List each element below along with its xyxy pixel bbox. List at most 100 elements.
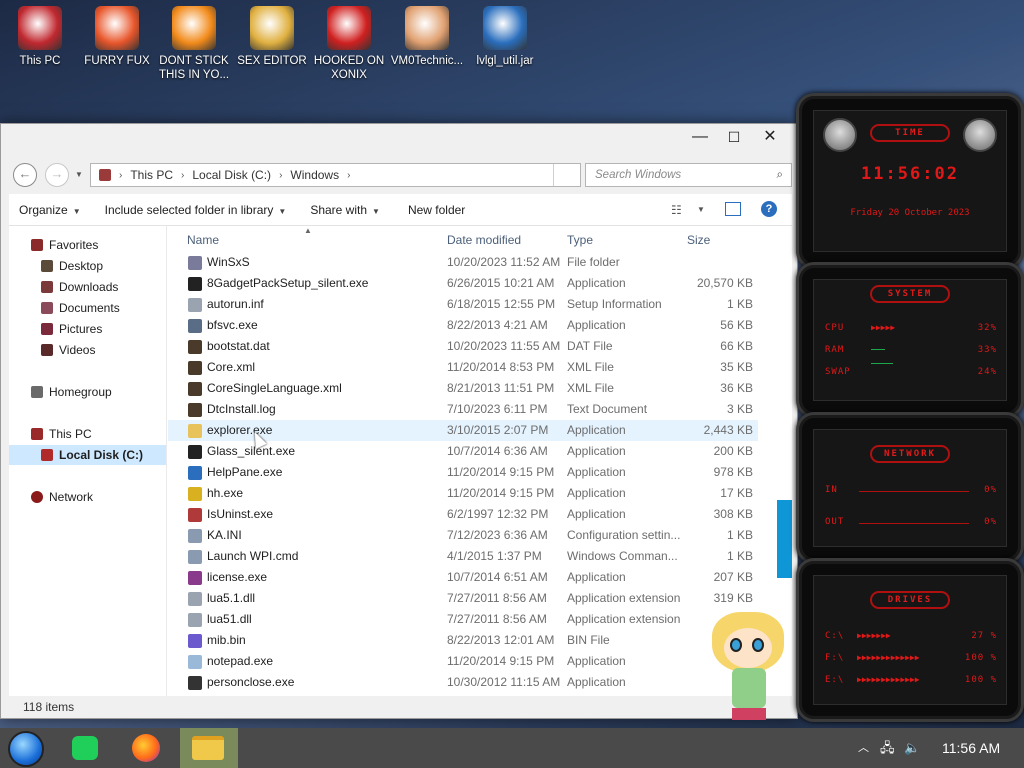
file-size: 1 KB: [726, 297, 753, 311]
file-row[interactable]: KA.INI 7/12/2023 6:36 AM Configuration set…: [168, 525, 758, 546]
breadcrumb-local-disk[interactable]: Local Disk (C:): [192, 168, 271, 182]
taskbar-firefox[interactable]: [118, 728, 176, 768]
help-icon[interactable]: ?: [761, 201, 777, 217]
address-divider: [553, 164, 554, 186]
file-row[interactable]: license.exe 10/7/2014 6:51 AM Application 2…: [168, 567, 758, 588]
nav-pictures[interactable]: Pictures: [9, 319, 166, 339]
column-header-type[interactable]: Type: [567, 230, 593, 250]
file-row[interactable]: mib.bin 8/22/2013 12:01 AM BIN File: [168, 630, 758, 651]
desktop-icon-item[interactable]: SEX EDITOR: [234, 6, 310, 68]
file-row[interactable]: WinSxS 10/20/2023 11:52 AM File folder: [168, 252, 758, 273]
breadcrumb-this-pc[interactable]: This PC: [130, 168, 173, 182]
close-button[interactable]: ✕: [753, 126, 787, 148]
desktop-icon-item[interactable]: FURRY FUX: [79, 6, 155, 68]
address-bar[interactable]: › This PC › Local Disk (C:) › Windows ›: [90, 163, 581, 187]
organize-button[interactable]: Organize ▼: [19, 203, 81, 217]
file-date: 7/12/2023 6:36 AM: [447, 528, 548, 542]
time-clock: 11:56:02: [861, 164, 959, 184]
drive-3-label: E:\: [825, 675, 845, 685]
file-row[interactable]: lua5.1.dll 7/27/2011 8:56 AM Application e…: [168, 588, 758, 609]
include-in-library-button[interactable]: Include selected folder in library ▼: [105, 203, 287, 217]
view-options-icon[interactable]: ☷: [671, 203, 682, 217]
file-type-icon: [188, 445, 202, 459]
file-row[interactable]: autorun.inf 6/18/2015 12:55 PM Setup Infor…: [168, 294, 758, 315]
file-type-icon: [188, 550, 202, 564]
time-gadget[interactable]: TIME 11:56:02 Friday 20 October 2023: [796, 93, 1024, 269]
desktop-icon-item[interactable]: This PC: [2, 6, 78, 68]
desktop-icon-item[interactable]: lvlgl_util.jar: [467, 6, 543, 68]
nav-homegroup[interactable]: Homegroup: [9, 382, 166, 402]
desktop-icon-item[interactable]: VM0Technic...: [389, 6, 465, 68]
search-icon[interactable]: ⌕: [777, 164, 783, 186]
file-type-icon: [188, 403, 202, 417]
nav-label: Favorites: [49, 238, 99, 252]
nav-desktop[interactable]: Desktop: [9, 256, 166, 276]
swap-bar: [871, 363, 893, 364]
forward-button[interactable]: →: [45, 163, 69, 187]
network-in-label: IN: [825, 485, 838, 495]
nav-label: Desktop: [59, 259, 104, 273]
file-size: 56 KB: [720, 318, 753, 332]
file-name: WinSxS: [207, 255, 250, 269]
file-row[interactable]: IsUninst.exe 6/2/1997 12:32 PM Application…: [168, 504, 758, 525]
new-folder-button[interactable]: New folder: [408, 203, 465, 217]
chevron-down-icon[interactable]: ▼: [697, 205, 705, 214]
desktop-icon-item[interactable]: DONT STICK THIS IN YO...: [156, 6, 232, 82]
desktop-icon-item[interactable]: HOOKED ON XONIX: [311, 6, 387, 82]
recent-locations-chevron-icon[interactable]: ▼: [75, 170, 83, 179]
nav-favorites[interactable]: Favorites: [9, 235, 166, 255]
file-row[interactable]: personclose.exe 10/30/2012 11:15 AM Applic…: [168, 672, 758, 693]
file-row[interactable]: CoreSingleLanguage.xml 8/21/2013 11:51 PM…: [168, 378, 758, 399]
taskbar-file-explorer[interactable]: [180, 728, 238, 768]
volume-icon[interactable]: 🔈: [904, 728, 920, 768]
nav-label: Local Disk (C:): [59, 448, 144, 462]
file-row[interactable]: Launch WPI.cmd 4/1/2015 1:37 PM Windows Co…: [168, 546, 758, 567]
file-name: IsUninst.exe: [207, 507, 274, 521]
file-size: 207 KB: [713, 570, 753, 584]
taskbar-notes-app[interactable]: [58, 728, 116, 768]
file-row[interactable]: Core.xml 11/20/2014 8:53 PM XML File 35 KB: [168, 357, 758, 378]
title-bar[interactable]: — ☐ ✕: [1, 124, 797, 151]
file-row[interactable]: HelpPane.exe 11/20/2014 9:15 PM Applicatio…: [168, 462, 758, 483]
desktop-shortcut-icon: [95, 6, 139, 50]
maximize-button[interactable]: ☐: [717, 126, 751, 148]
file-row[interactable]: 8GadgetPackSetup_silent.exe 6/26/2015 10:…: [168, 273, 758, 294]
breadcrumb-windows[interactable]: Windows: [290, 168, 339, 182]
minimize-button[interactable]: —: [683, 126, 717, 148]
file-row[interactable]: bootstat.dat 10/20/2023 11:55 AM DAT File 6…: [168, 336, 758, 357]
show-hidden-icons-chevron-icon[interactable]: ︿: [858, 728, 869, 768]
drives-gadget[interactable]: DRIVES C:\ ▶▶▶▶▶▶▶ 27 % F:\ ▶▶▶▶▶▶▶▶▶▶▶▶…: [796, 558, 1024, 722]
start-button[interactable]: [0, 728, 58, 768]
column-header-date[interactable]: Date modified: [447, 230, 521, 250]
search-input[interactable]: Search Windows ⌕: [585, 163, 792, 187]
share-label: Share with: [310, 202, 368, 217]
nav-videos[interactable]: Videos: [9, 340, 166, 360]
preview-pane-icon[interactable]: [725, 202, 741, 216]
network-tray-icon[interactable]: 🖧: [880, 728, 895, 768]
network-gadget[interactable]: NETWORK IN 0% OUT 0%: [796, 412, 1024, 564]
nav-documents[interactable]: Documents: [9, 298, 166, 318]
file-type-icon: [188, 277, 202, 291]
desktop-shortcut-icon: [18, 6, 62, 50]
share-with-button[interactable]: Share with ▼: [310, 203, 380, 217]
file-row[interactable]: lua51.dll 7/27/2011 8:56 AM Application ex…: [168, 609, 758, 630]
nav-local-disk[interactable]: Local Disk (C:): [9, 445, 166, 465]
taskbar-clock[interactable]: 11:56 AM: [942, 728, 1000, 768]
nav-downloads[interactable]: Downloads: [9, 277, 166, 297]
drive-3-value: 100 %: [964, 675, 997, 685]
system-gadget[interactable]: SYSTEM CPU ▶▶▶▶▶ 32% RAM 33% SWAP 24%: [796, 262, 1024, 418]
file-row[interactable]: DtcInstall.log 7/10/2023 6:11 PM Text Docu…: [168, 399, 758, 420]
nav-this-pc[interactable]: This PC: [9, 424, 166, 444]
nav-network[interactable]: Network: [9, 487, 166, 507]
drive-icon: [41, 449, 53, 461]
scrollbar-thumb[interactable]: [777, 500, 792, 578]
column-header-size[interactable]: Size: [687, 230, 710, 250]
file-row[interactable]: bfsvc.exe 8/22/2013 4:21 AM Application 56 …: [168, 315, 758, 336]
file-row[interactable]: hh.exe 11/20/2014 9:15 PM Application 17 KB: [168, 483, 758, 504]
nav-label: Videos: [59, 343, 96, 357]
file-size: 17 KB: [720, 486, 753, 500]
chevron-down-icon: ▼: [72, 206, 81, 216]
file-row[interactable]: notepad.exe 11/20/2014 9:15 PM Application: [168, 651, 758, 672]
column-header-name[interactable]: Name: [187, 230, 219, 250]
back-button[interactable]: ←: [13, 163, 37, 187]
